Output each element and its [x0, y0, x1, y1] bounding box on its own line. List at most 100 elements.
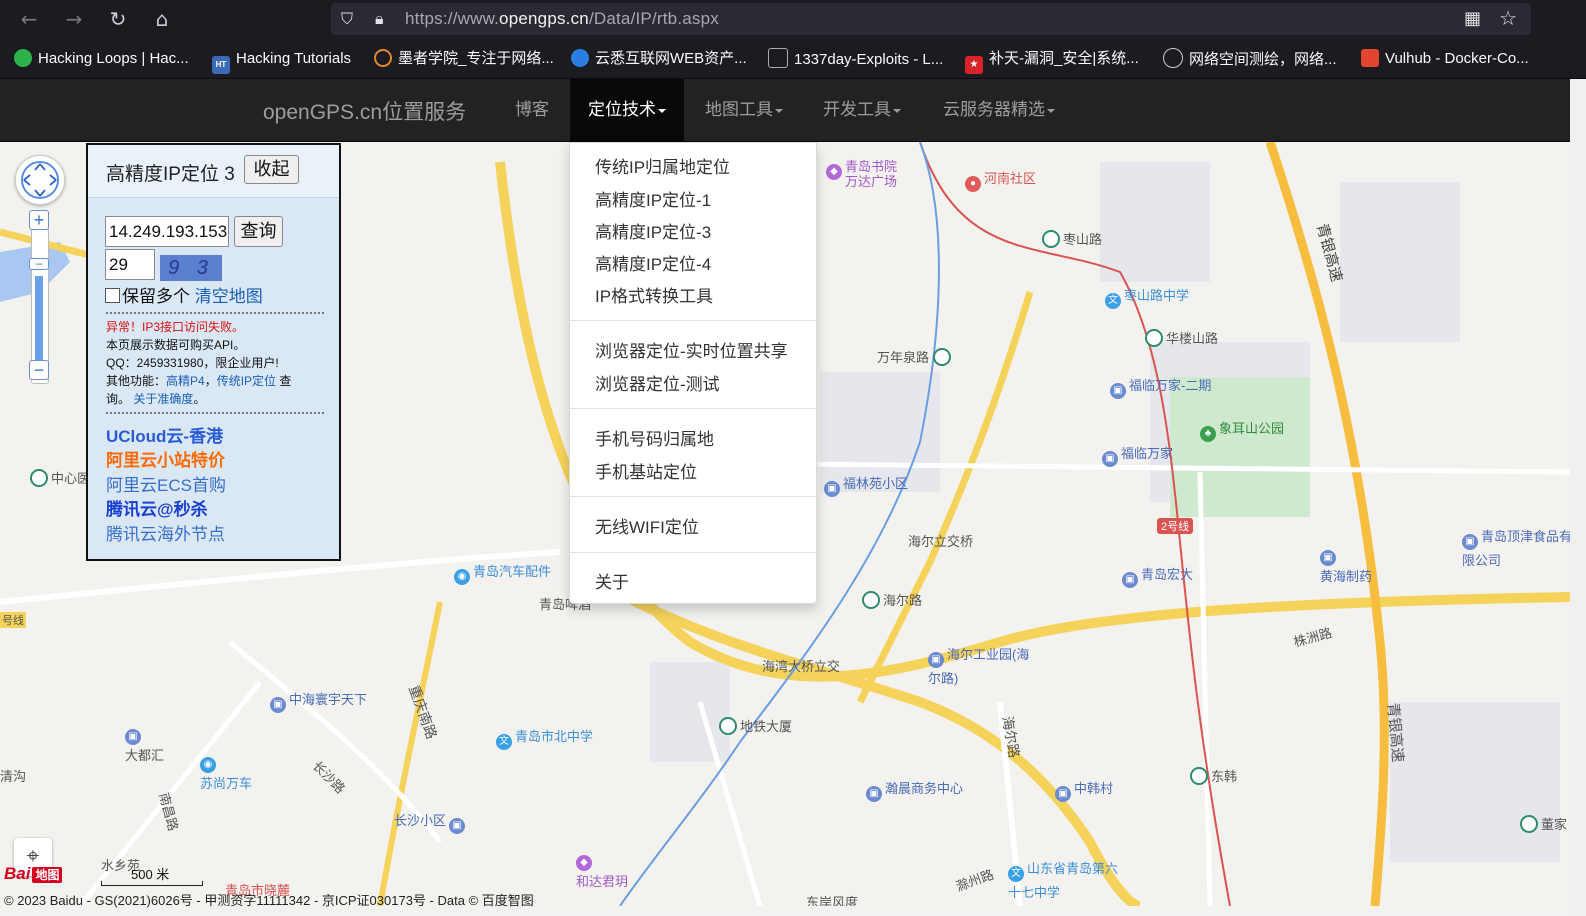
map-label-poi[interactable]: ● 河南社区 [965, 168, 1036, 192]
keep-multiple-label: 保留多个 [122, 287, 190, 306]
nav-positioning-tech[interactable]: 定位技术 [570, 79, 684, 141]
lock-icon[interactable]: 🔒︎ [375, 9, 384, 29]
accuracy-link[interactable]: 关于准确度 [133, 392, 193, 406]
info-text: 询。 [106, 392, 131, 406]
collapse-button[interactable]: 收起 [244, 155, 299, 184]
menu-item-hp-ip-1[interactable]: 高精度IP定位-1 [595, 186, 711, 211]
promo-ucloud-link[interactable]: UCloud云-香港 [106, 422, 223, 447]
bookmark-label: 云悉互联网WEB资产... [595, 50, 747, 67]
map-label-metro[interactable]: 董家 [1520, 814, 1567, 833]
menu-item-hp-ip-3[interactable]: 高精度IP定位-3 [595, 218, 711, 243]
divider [106, 412, 324, 414]
site-brand[interactable]: openGPS.cn位置服务 [263, 96, 466, 126]
map-label-poi[interactable]: ▣ 青岛宏大 [1122, 564, 1193, 588]
map-label-poi[interactable]: ▣ 青岛顶津食品有限公司 [1462, 526, 1570, 569]
nav-blog[interactable]: 博客 [499, 79, 565, 141]
zoom-out-button[interactable]: − [29, 360, 49, 380]
menu-item-ip-format[interactable]: IP格式转换工具 [595, 282, 713, 307]
traditional-ip-link[interactable]: 传统IP定位 [217, 374, 276, 388]
location-pin-icon: ● [965, 176, 981, 192]
keep-multiple-checkbox[interactable] [105, 288, 120, 303]
menu-item-cell-tower[interactable]: 手机基站定位 [595, 458, 697, 483]
map-label-poi[interactable]: ▣ 中海寰宇天下 [270, 689, 367, 713]
qr-code-icon[interactable]: ▦ [1464, 8, 1481, 29]
bookmark-hacking-tutorials[interactable]: HT Hacking Tutorials [212, 48, 351, 74]
bookmark-butian[interactable]: ★ 补天-漏洞_安全|系统... [965, 48, 1139, 74]
bookmark-vulhub[interactable]: Vulhub - Docker-Co... [1361, 48, 1529, 70]
zoom-in-button[interactable]: + [29, 210, 49, 230]
map-label-poi[interactable]: ♣ 象耳山公园 [1200, 418, 1284, 442]
map-label-metro[interactable]: 海尔路 [862, 590, 922, 609]
menu-item-browser-test[interactable]: 浏览器定位-测试 [595, 370, 720, 395]
forward-icon[interactable]: → [61, 6, 87, 32]
page-scrollbar[interactable] [1570, 79, 1586, 916]
bookmark-moezhe[interactable]: 墨者学院_专注于网络... [374, 48, 554, 70]
map-label-poi[interactable]: 长沙小区 ▣ [394, 810, 468, 834]
promo-tencent-overseas-link[interactable]: 腾讯云海外节点 [106, 520, 225, 545]
home-icon[interactable]: ⌂ [149, 6, 175, 32]
map-label-poi[interactable]: 文枣山路中学 [1105, 285, 1189, 309]
address-bar[interactable]: ⛉ 🔒︎ https://www.opengps.cn/Data/IP/rtb.… [331, 3, 1531, 35]
metro-icon [719, 717, 737, 735]
map-pan-control[interactable] [15, 155, 65, 205]
reload-icon[interactable]: ↻ [105, 6, 131, 32]
map-label-metro[interactable]: 华楼山路 [1145, 328, 1218, 347]
map-label-metro[interactable]: 东韩 [1190, 766, 1237, 785]
bookmark-cyberspace[interactable]: 网络空间测绘，网络... [1163, 48, 1337, 70]
ip-input[interactable]: 14.249.193.153 [105, 216, 229, 247]
bookmark-1337day[interactable]: 1337day-Exploits - L... [768, 48, 943, 70]
browser-toolbar: ← → ↻ ⌂ ⛉ 🔒︎ https://www.opengps.cn/Data… [0, 0, 1586, 38]
promo-aliyun-ecs-link[interactable]: 阿里云ECS首购 [106, 471, 226, 496]
bookmark-label: 墨者学院_专注于网络... [398, 50, 554, 67]
favicon-icon [768, 48, 788, 68]
map-label-poi[interactable]: ◉ 青岛汽车配件 [454, 561, 551, 585]
menu-item-phone-location[interactable]: 手机号码归属地 [595, 425, 714, 450]
map-label-metro[interactable]: 万年泉路 [877, 347, 954, 366]
url-text[interactable]: https://www.opengps.cn/Data/IP/rtb.aspx [405, 9, 719, 29]
map-label-text: 枣山路中学 [1124, 288, 1190, 303]
map-label-metro[interactable]: 枣山路 [1042, 229, 1102, 248]
nav-dev-tools[interactable]: 开发工具 [807, 79, 917, 141]
hp-p4-link[interactable]: 高精P4 [166, 374, 205, 388]
shield-icon[interactable]: ⛉ [341, 9, 353, 29]
map-label-poi[interactable]: 文山东省青岛第六十七中学 [1008, 858, 1128, 901]
promo-tencent-flash-link[interactable]: 腾讯云@秒杀 [106, 495, 208, 520]
positioning-dropdown-menu: 传统IP归属地定位 高精度IP定位-1 高精度IP定位-3 高精度IP定位-4 … [569, 142, 817, 604]
divider [106, 312, 324, 314]
map-label-poi[interactable]: ◉ 苏尚万车 [200, 752, 252, 792]
map-label-poi[interactable]: ▣ 大都汇 [125, 724, 164, 764]
nav-cloud-servers[interactable]: 云服务器精选 [927, 79, 1071, 141]
map-label-poi[interactable]: ▣ 福临万家 [1102, 443, 1173, 467]
map-label-poi[interactable]: ▣ 黄海制药 [1320, 545, 1372, 585]
menu-item-browser-share[interactable]: 浏览器定位-实时位置共享 [595, 337, 788, 362]
clear-map-link[interactable]: 清空地图 [195, 287, 263, 306]
bookmark-hacking-loops[interactable]: Hacking Loops | Hac... [14, 48, 189, 70]
nav-map-tools[interactable]: 地图工具 [689, 79, 799, 141]
map-label-poi[interactable]: ▣ 福林苑小区 [824, 473, 908, 497]
map-label-poi[interactable]: ▣ 中韩村 [1055, 778, 1113, 802]
zoom-slider-handle[interactable]: – [29, 257, 49, 270]
map-label-poi[interactable]: ◆ 和达君玥 [576, 850, 628, 890]
map-label-poi[interactable]: ▣ 海尔工业园(海尔路) [928, 644, 1038, 687]
captcha-input[interactable]: 29 [105, 249, 155, 280]
map-label-metro[interactable]: 中心医 [30, 468, 90, 487]
back-icon[interactable]: ← [16, 6, 42, 32]
bookmark-yunxi[interactable]: 云悉互联网WEB资产... [571, 48, 747, 70]
baidu-map-logo[interactable]: Bai 地图 [4, 864, 63, 884]
map-label-poi[interactable]: ▣ 福临万家-二期 [1110, 375, 1211, 399]
menu-item-about[interactable]: 关于 [595, 568, 629, 593]
bookmark-star-icon[interactable]: ☆ [1499, 6, 1517, 30]
map-label-poi[interactable]: ▣ 瀚晨商务中心 [866, 778, 963, 802]
query-button[interactable]: 查询 [234, 216, 283, 247]
menu-item-traditional-ip[interactable]: 传统IP归属地定位 [595, 153, 730, 178]
game-icon: ◆ [576, 855, 592, 871]
captcha-image[interactable]: 9 3 [160, 255, 222, 281]
building-icon: ▣ [1122, 572, 1138, 588]
map-label-poi[interactable]: 文青岛市北中学 [496, 726, 593, 750]
map-label-text: 象耳山公园 [1219, 421, 1285, 436]
menu-item-hp-ip-4[interactable]: 高精度IP定位-4 [595, 250, 711, 275]
promo-aliyun-special-link[interactable]: 阿里云小站特价 [106, 446, 225, 471]
menu-item-wifi[interactable]: 无线WIFI定位 [595, 513, 699, 538]
map-label-metro[interactable]: 地铁大厦 [719, 716, 792, 735]
menu-divider [570, 320, 816, 321]
